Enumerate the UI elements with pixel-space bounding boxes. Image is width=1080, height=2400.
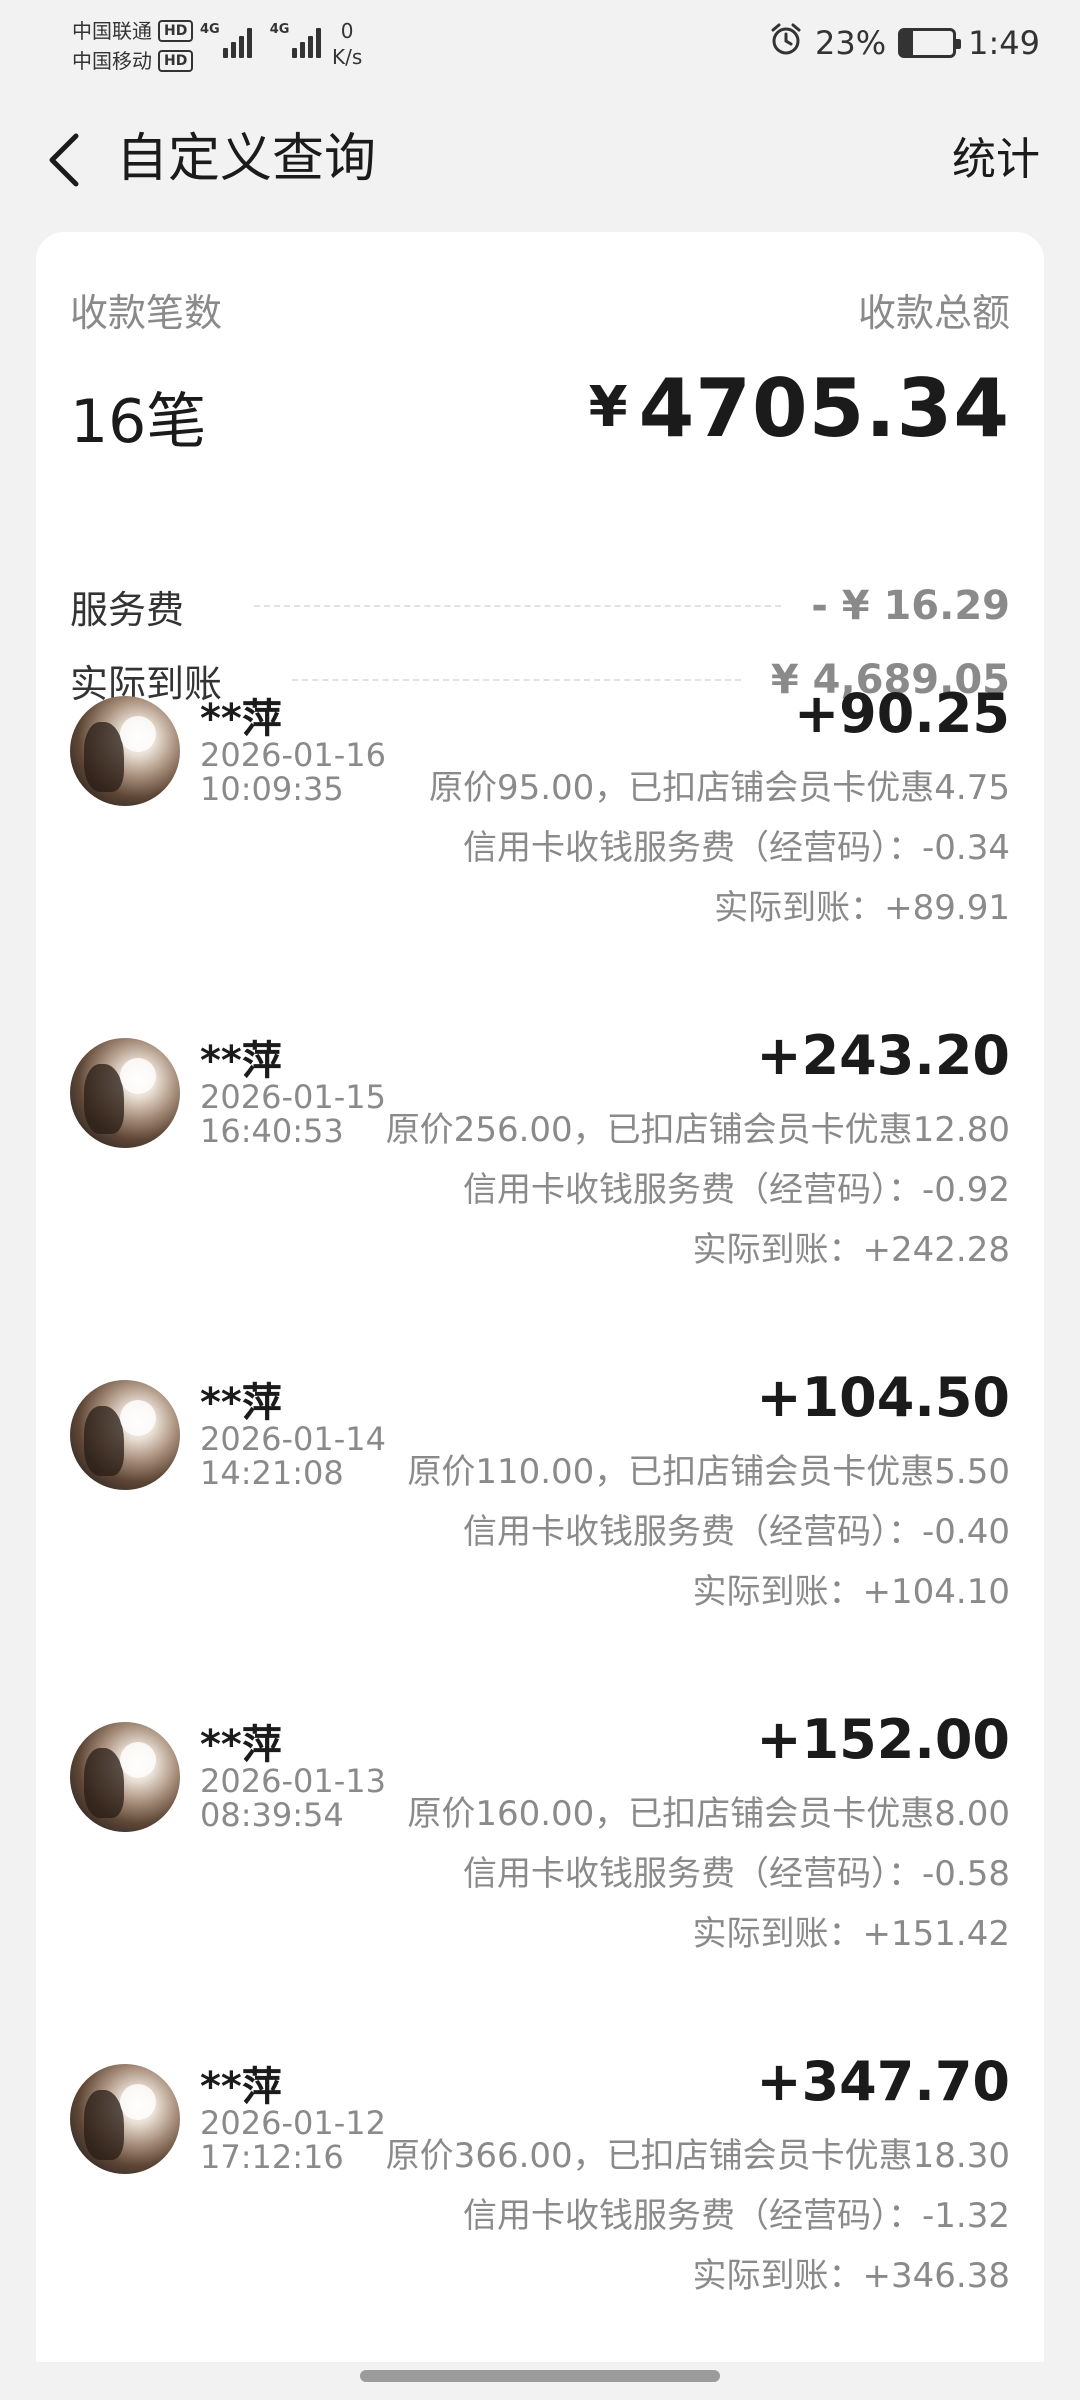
signal-indicators: 4G 4G — [200, 22, 322, 58]
service-fee-note: 信用卡收钱服务费（经营码）：-0.58 — [463, 1854, 1010, 1894]
original-price-note: 原价110.00，已扣店铺会员卡优惠5.50 — [407, 1452, 1010, 1492]
chevron-left-icon — [49, 133, 79, 187]
transaction-amount: +347.70 — [756, 2050, 1010, 2113]
network-type-1: 4G — [200, 22, 220, 37]
transaction-datetime: 2026-01-14 14:21:08 — [200, 1422, 386, 1490]
clock: 1:49 — [968, 24, 1040, 62]
signal-strength-icon: 4G — [200, 22, 252, 58]
network-type-2: 4G — [269, 22, 290, 37]
page-title: 自定义查询 — [116, 129, 377, 189]
carrier-2: 中国移动 — [72, 49, 152, 73]
query-result-card: 收款笔数 收款总额 16笔 ¥4705.34 服务费 - ¥ 16.29 实际到… — [36, 232, 1044, 2362]
original-price-note: 原价160.00，已扣店铺会员卡优惠8.00 — [407, 1794, 1010, 1834]
divider — [292, 679, 741, 681]
transaction-item[interactable]: **萍 2026-01-13 08:39:54 +152.00 原价160.00… — [36, 1708, 1044, 2008]
transaction-date: 2026-01-14 — [200, 1420, 386, 1458]
transaction-datetime: 2026-01-13 08:39:54 — [200, 1764, 386, 1832]
battery-icon — [898, 28, 962, 58]
transaction-item[interactable]: **萍 2026-01-12 17:12:16 +347.70 原价366.00… — [36, 2050, 1044, 2350]
home-indicator[interactable] — [360, 2370, 720, 2382]
network-speed-value: 0 — [340, 19, 354, 43]
hd-badge: HD — [158, 20, 194, 42]
transaction-item[interactable]: **萍 2026-01-14 14:21:08 +104.50 原价110.00… — [36, 1366, 1044, 1666]
transaction-date: 2026-01-15 — [200, 1078, 386, 1116]
avatar — [70, 1722, 180, 1832]
alarm-icon — [769, 22, 803, 64]
count-label: 收款笔数 — [70, 291, 223, 335]
transaction-amount: +90.25 — [793, 682, 1010, 745]
transaction-time: 16:40:53 — [200, 1112, 344, 1150]
battery-fill — [901, 31, 914, 55]
transaction-time: 10:09:35 — [200, 770, 344, 808]
service-fee-note: 信用卡收钱服务费（经营码）：-0.34 — [463, 828, 1010, 868]
transaction-amount: +104.50 — [756, 1366, 1010, 1429]
original-price-note: 原价366.00，已扣店铺会员卡优惠18.30 — [385, 2136, 1010, 2176]
actual-received-note: 实际到账：+346.38 — [692, 2256, 1010, 2296]
avatar — [70, 1380, 180, 1490]
count-value: 16笔 — [70, 387, 207, 457]
service-fee-row: 服务费 - ¥ 16.29 — [70, 578, 1010, 634]
transaction-item[interactable]: **萍 2026-01-15 16:40:53 +243.20 原价256.00… — [36, 1024, 1044, 1324]
transaction-amount: +152.00 — [756, 1708, 1010, 1771]
carrier-info: 中国联通 HD 中国移动 HD — [72, 16, 194, 76]
transaction-item[interactable]: **萍 2026-01-16 10:09:35 +90.25 原价95.00，已… — [36, 682, 1044, 982]
transaction-date: 2026-01-16 — [200, 736, 386, 774]
battery-percent: 23% — [815, 24, 887, 62]
transaction-datetime: 2026-01-15 16:40:53 — [200, 1080, 386, 1148]
transaction-time: 17:12:16 — [200, 2138, 344, 2176]
status-right: 23% 1:49 — [769, 22, 1040, 64]
original-price-note: 原价256.00，已扣店铺会员卡优惠12.80 — [385, 1110, 1010, 1150]
app-header: 自定义查询 统计 — [0, 112, 1080, 208]
signal-strength-icon: 4G — [270, 22, 322, 58]
transaction-date: 2026-01-13 — [200, 1762, 386, 1800]
avatar — [70, 2064, 180, 2174]
service-fee-label: 服务费 — [70, 587, 185, 632]
service-fee-note: 信用卡收钱服务费（经营码）：-1.32 — [463, 2196, 1010, 2236]
hd-badge: HD — [158, 50, 194, 72]
statistics-button[interactable]: 统计 — [952, 130, 1040, 190]
transaction-datetime: 2026-01-16 10:09:35 — [200, 738, 386, 806]
transaction-date: 2026-01-12 — [200, 2104, 386, 2142]
divider — [254, 605, 782, 607]
network-speed-unit: K/s — [332, 45, 363, 69]
transaction-datetime: 2026-01-12 17:12:16 — [200, 2106, 386, 2174]
actual-received-note: 实际到账：+89.91 — [714, 888, 1010, 928]
original-price-note: 原价95.00，已扣店铺会员卡优惠4.75 — [428, 768, 1010, 808]
back-button[interactable] — [34, 130, 94, 190]
total-amount: ¥4705.34 — [589, 360, 1010, 457]
service-fee-note: 信用卡收钱服务费（经营码）：-0.92 — [463, 1170, 1010, 1210]
actual-received-note: 实际到账：+151.42 — [692, 1914, 1010, 1954]
status-bar: 中国联通 HD 中国移动 HD 4G 4G 0 K/s 23% 1:49 — [0, 0, 1080, 90]
total-value: 4705.34 — [638, 362, 1010, 455]
transaction-time: 08:39:54 — [200, 1796, 344, 1834]
network-speed: 0 K/s — [332, 18, 362, 70]
transaction-amount: +243.20 — [756, 1024, 1010, 1087]
service-fee-value: - ¥ 16.29 — [811, 583, 1010, 629]
transaction-time: 14:21:08 — [200, 1454, 344, 1492]
carrier-1: 中国联通 — [72, 19, 152, 43]
actual-received-note: 实际到账：+242.28 — [692, 1230, 1010, 1270]
avatar — [70, 696, 180, 806]
service-fee-note: 信用卡收钱服务费（经营码）：-0.40 — [463, 1512, 1010, 1552]
currency-symbol: ¥ — [588, 375, 629, 440]
total-label: 收款总额 — [857, 291, 1010, 335]
actual-received-note: 实际到账：+104.10 — [692, 1572, 1010, 1612]
avatar — [70, 1038, 180, 1148]
